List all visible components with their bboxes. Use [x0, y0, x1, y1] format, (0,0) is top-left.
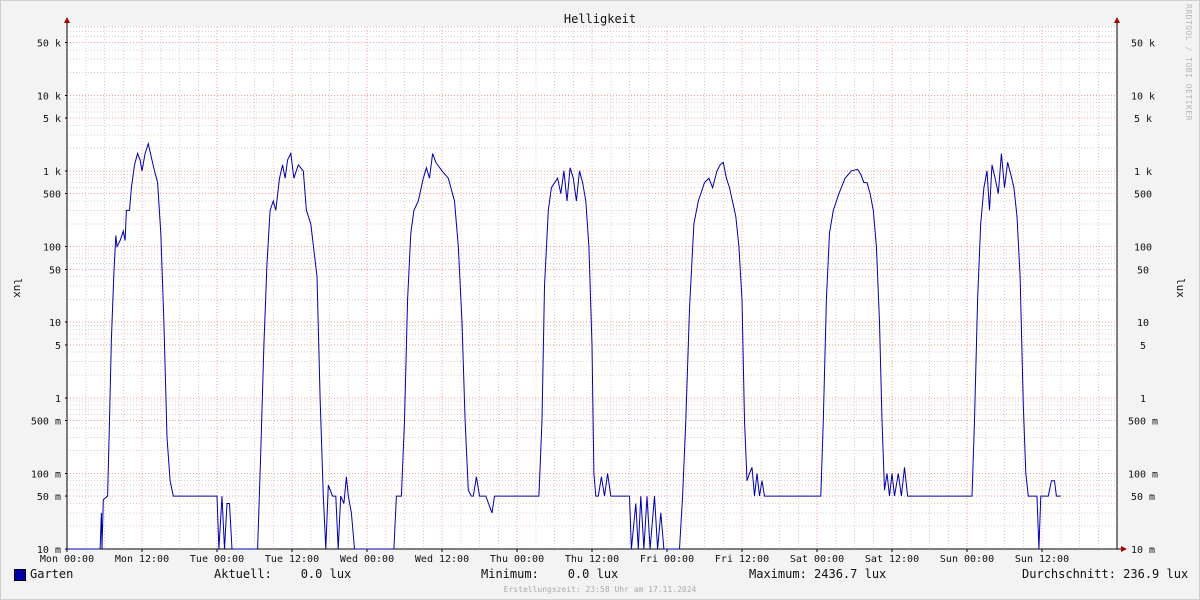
y-tick-label-left: 100 m	[31, 469, 61, 480]
y-tick-label-right: 10 k	[1131, 91, 1155, 102]
y-tick-label-right: 10	[1137, 318, 1149, 329]
x-tick-label: Fri 12:00	[715, 554, 769, 565]
x-axis-arrow	[1121, 546, 1127, 552]
x-tick-label: Thu 12:00	[565, 554, 619, 565]
x-tick-label: Thu 00:00	[490, 554, 544, 565]
y-tick-label-left: 50 m	[37, 492, 61, 503]
x-tick-label: Mon 00:00	[40, 554, 94, 565]
x-tick-label: Tue 12:00	[265, 554, 319, 565]
x-tick-label: Sat 00:00	[790, 554, 844, 565]
chart-title: Helligkeit	[564, 12, 636, 26]
legend-average: Durchschnitt: 236.9 lux	[1022, 567, 1189, 581]
y-tick-label-right: 50 m	[1131, 492, 1155, 503]
y-tick-label-left: 500 m	[31, 417, 61, 428]
x-tick-label: Sun 00:00	[940, 554, 994, 565]
y-tick-label-right: 100	[1134, 243, 1152, 254]
y-tick-label-left: 5	[55, 341, 61, 352]
y-tick-label-right: 50 k	[1131, 38, 1155, 49]
x-tick-label: Wed 00:00	[340, 554, 394, 565]
legend-minimum: Minimum: 0.0 lux	[481, 567, 619, 581]
y-tick-label-left: 500	[43, 190, 61, 201]
y-tick-label-right: 5 k	[1134, 114, 1152, 125]
y-tick-label-right: 500 m	[1128, 417, 1158, 428]
legend: Garten Aktuell: 0.0 lux Minimum: 0.0 lux…	[0, 567, 1200, 585]
x-tick-label: Fri 00:00	[640, 554, 694, 565]
lux-chart: 50 k 50 k 10 k 10 k 5 k 5 k 1 k 1 k 500 500 100 100…	[11, 12, 1187, 565]
x-tick-label: Mon 12:00	[115, 554, 169, 565]
x-tick-label: Sun 12:00	[1015, 554, 1069, 565]
rrdtool-credit: RRDTOOL / TOBI OETIKER	[1184, 4, 1193, 121]
y-axis-label-right: lux	[1174, 278, 1187, 298]
y-tick-label-right: 1	[1140, 394, 1146, 405]
y-tick-label-right: 5	[1140, 341, 1146, 352]
y-tick-label-right: 10 m	[1131, 545, 1155, 556]
legend-series-label: Garten	[30, 567, 74, 581]
x-tick-label: Tue 00:00	[190, 554, 244, 565]
y-tick-label-right: 100 m	[1128, 469, 1158, 480]
x-tick-label: Sat 12:00	[865, 554, 919, 565]
y-tick-label-right: 50	[1137, 265, 1149, 276]
footer-timestamp: Erstellungszeit: 23:58 Uhr am 17.11.2024	[503, 585, 697, 594]
y-axis-label-left: lux	[11, 278, 24, 298]
y-tick-label-left: 1	[55, 394, 61, 405]
y-tick-label-left: 100	[43, 243, 61, 254]
y-tick-label-left: 10 k	[37, 91, 61, 102]
y-tick-label-left: 10	[49, 318, 61, 329]
y-tick-label-left: 50 k	[37, 38, 61, 49]
x-tick-label: Wed 12:00	[415, 554, 469, 565]
y-axis-right-arrow	[1114, 17, 1120, 23]
y-tick-label-left: 1 k	[43, 167, 61, 178]
y-tick-label-left: 50	[49, 265, 61, 276]
y-tick-label-right: 500	[1134, 190, 1152, 201]
legend-maximum: Maximum: 2436.7 lux	[749, 567, 887, 581]
y-tick-label-right: 1 k	[1134, 167, 1152, 178]
y-axis-left-arrow	[64, 17, 70, 23]
legend-current: Aktuell: 0.0 lux	[214, 567, 352, 581]
y-tick-label-left: 5 k	[43, 114, 61, 125]
